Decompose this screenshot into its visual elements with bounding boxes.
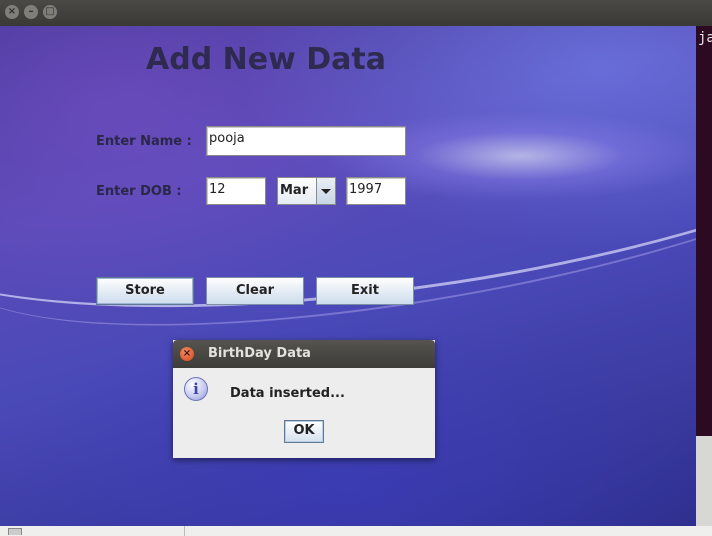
name-input[interactable]: pooja: [206, 126, 406, 156]
dialog-message: Data inserted...: [230, 386, 345, 401]
birthday-data-dialog: × BirthDay Data i Data inserted... OK: [173, 340, 435, 458]
dob-day-input[interactable]: 12: [206, 177, 266, 205]
info-icon: i: [184, 377, 208, 401]
dialog-title: BirthDay Data: [208, 346, 311, 361]
chevron-down-icon[interactable]: [316, 178, 335, 204]
name-label: Enter Name :: [96, 134, 192, 149]
clear-button[interactable]: Clear: [206, 277, 304, 305]
window-maximize-icon[interactable]: □: [43, 5, 57, 19]
store-button[interactable]: Store: [96, 277, 194, 305]
dob-label: Enter DOB :: [96, 184, 182, 199]
exit-button[interactable]: Exit: [316, 277, 414, 305]
dob-month-select[interactable]: Mar: [277, 177, 336, 205]
taskbar-window-icon[interactable]: [8, 528, 22, 535]
terminal-text: ja: [698, 30, 712, 46]
form-heading: Add New Data: [146, 42, 386, 77]
window-minimize-icon[interactable]: –: [24, 5, 38, 19]
ok-button[interactable]: OK: [284, 420, 324, 443]
taskbar-separator: [184, 526, 185, 536]
dob-year-input[interactable]: 1997: [346, 177, 406, 205]
dialog-title-bar: × BirthDay Data: [173, 340, 435, 368]
dialog-close-icon[interactable]: ×: [180, 347, 194, 361]
desktop-taskbar-strip: [0, 526, 712, 536]
dob-month-value: Mar: [280, 183, 309, 198]
window-close-icon[interactable]: ×: [5, 5, 19, 19]
window-title-bar: × – □: [0, 0, 712, 26]
